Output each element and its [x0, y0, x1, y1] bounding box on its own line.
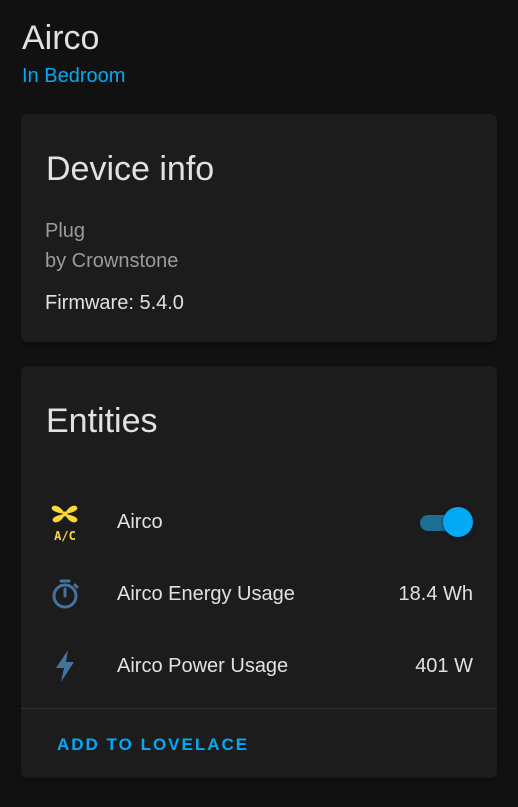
timer-icon	[45, 574, 85, 614]
device-info-title: Device info	[46, 150, 215, 188]
area-link[interactable]: In Bedroom	[22, 64, 125, 88]
entities-card: Entities A/C Airco Airco Energy Usage 18…	[21, 366, 497, 778]
page-title: Airco	[22, 19, 100, 57]
device-manufacturer: by Crownstone	[45, 250, 179, 272]
device-firmware: Firmware: 5.4.0	[45, 292, 184, 314]
flash-icon	[45, 646, 85, 686]
toggle-thumb	[443, 507, 473, 537]
device-info-card: Device info Plug by Crownstone Firmware:…	[21, 114, 497, 342]
add-to-lovelace-button[interactable]: ADD TO LOVELACE	[49, 726, 257, 764]
svg-text:A/C: A/C	[54, 529, 76, 542]
card-divider	[21, 708, 497, 709]
entity-row-airco[interactable]: A/C Airco	[21, 494, 497, 550]
entity-state: 18.4 Wh	[398, 582, 473, 605]
entity-state: 401 W	[415, 654, 473, 677]
entity-row-energy-usage[interactable]: Airco Energy Usage 18.4 Wh	[21, 566, 497, 622]
entity-name: Airco	[117, 510, 163, 533]
entity-name: Airco Power Usage	[117, 654, 289, 677]
entities-title: Entities	[46, 402, 158, 440]
airco-toggle[interactable]	[417, 507, 473, 537]
device-model: Plug	[45, 220, 86, 242]
device-header: Airco In Bedroom	[22, 18, 125, 88]
air-conditioner-icon: A/C	[45, 502, 85, 542]
entity-name: Airco Energy Usage	[117, 582, 295, 605]
entity-row-power-usage[interactable]: Airco Power Usage 401 W	[21, 638, 497, 694]
